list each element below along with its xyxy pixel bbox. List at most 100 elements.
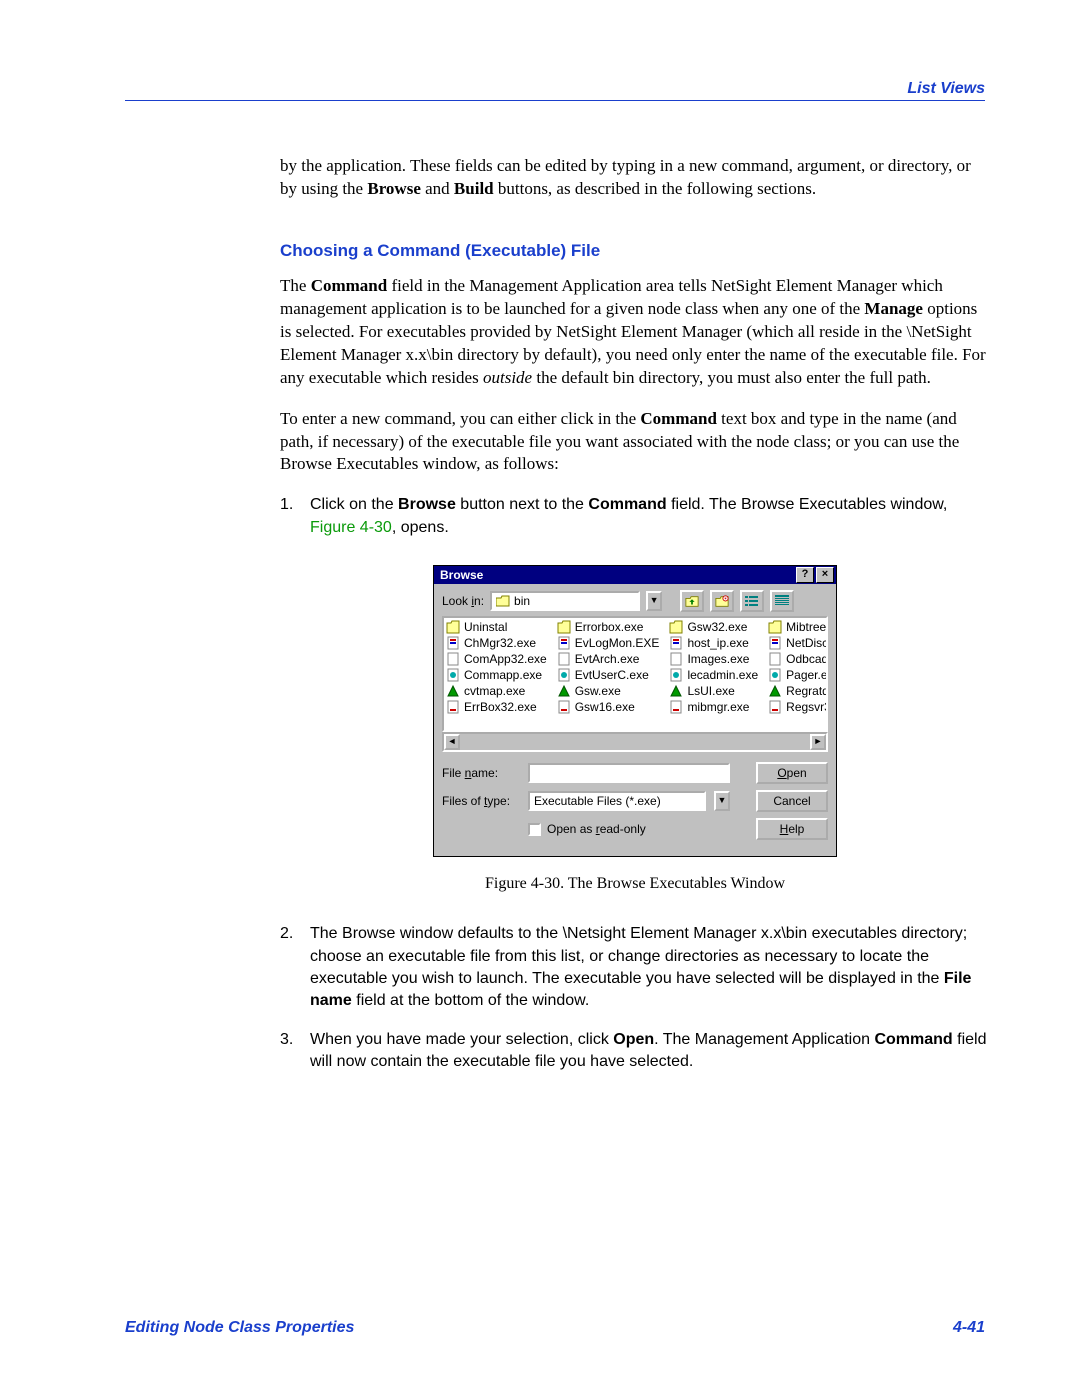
filetype-row: Files of type: Executable Files (*.exe) … [442, 790, 828, 812]
file-icon [557, 684, 571, 698]
help-sys-button[interactable]: ? [796, 567, 814, 583]
figure-ref[interactable]: Figure 4-30 [310, 519, 392, 536]
text: Open as [547, 822, 596, 836]
file-item[interactable]: Regsvr32. [768, 700, 828, 714]
file-label: Uninstal [464, 620, 507, 634]
file-icon [768, 668, 782, 682]
file-item[interactable]: Pager.exe [768, 668, 828, 682]
file-item[interactable]: host_ip.exe [669, 636, 758, 650]
text: The [280, 276, 311, 295]
new-folder-button[interactable]: ✶ [710, 590, 734, 612]
readonly-checkbox[interactable] [528, 823, 541, 836]
file-icon [446, 620, 460, 634]
filename-input[interactable] [528, 763, 730, 783]
file-icon [669, 652, 683, 666]
file-label: Errorbox.exe [575, 620, 644, 634]
file-item[interactable]: EvtUserC.exe [557, 668, 660, 682]
text: field at the bottom of the window. [352, 992, 589, 1009]
file-item[interactable]: Mibtree.exe [768, 620, 828, 634]
file-label: Regsvr32. [786, 700, 828, 714]
file-column: Mibtree.exe NetDiscov Odbcad32 Pager.exe Reg… [768, 620, 828, 728]
text: When you have made your selection, click [310, 1031, 613, 1048]
step-list: 1.Click on the Browse button next to the… [280, 494, 990, 539]
file-item[interactable]: Odbcad32 [768, 652, 828, 666]
text: elp [788, 822, 804, 836]
file-item[interactable]: EvtArch.exe [557, 652, 660, 666]
file-item[interactable]: Uninstal [446, 620, 547, 634]
file-label: NetDiscov [786, 636, 828, 650]
file-icon [669, 636, 683, 650]
file-item[interactable]: NetDiscov [768, 636, 828, 650]
paragraph-2: To enter a new command, you can either c… [280, 408, 990, 477]
file-item[interactable]: Gsw.exe [557, 684, 660, 698]
text: ame: [471, 766, 498, 780]
text: . The Management Application [654, 1031, 874, 1048]
file-icon [446, 700, 460, 714]
browse-keyword: Browse [398, 496, 456, 513]
file-label: Gsw16.exe [575, 700, 635, 714]
text: Files of [442, 794, 484, 808]
file-item[interactable]: Commapp.exe [446, 668, 547, 682]
file-item[interactable]: ChMgr32.exe [446, 636, 547, 650]
file-item[interactable]: cvtmap.exe [446, 684, 547, 698]
text: The Browse window defaults to the \Netsi… [310, 925, 967, 987]
window-title: Browse [440, 566, 483, 584]
scroll-left-button[interactable]: ◄ [444, 734, 460, 750]
file-label: Regratdb.e [786, 684, 828, 698]
step-number: 1. [280, 494, 310, 516]
scroll-right-button[interactable]: ► [810, 734, 826, 750]
file-item[interactable]: Regratdb.e [768, 684, 828, 698]
footer-left: Editing Node Class Properties [125, 1319, 354, 1337]
cancel-button[interactable]: Cancel [756, 790, 828, 812]
file-label: EvtArch.exe [575, 652, 640, 666]
file-icon [446, 636, 460, 650]
lookin-dropdown-button[interactable]: ▼ [646, 591, 662, 611]
open-keyword: Open [613, 1031, 654, 1048]
file-icon [768, 636, 782, 650]
file-item[interactable]: lecadmin.exe [669, 668, 758, 682]
lookin-row: Look in: bin ▼ [434, 584, 836, 614]
filetype-combo[interactable]: Executable Files (*.exe) [528, 791, 706, 811]
step-list-continued: 2.The Browse window defaults to the \Net… [280, 923, 990, 1073]
text: buttons, as described in the following s… [494, 179, 816, 198]
open-button[interactable]: Open [756, 762, 828, 784]
list-icon [745, 594, 759, 608]
help-button[interactable]: Help [756, 818, 828, 840]
file-column: Gsw32.exe host_ip.exe Images.exe lecadmin.e… [669, 620, 758, 728]
file-label: Images.exe [687, 652, 749, 666]
file-label: Commapp.exe [464, 668, 542, 682]
list-view-button[interactable] [740, 590, 764, 612]
text: n: [474, 594, 484, 608]
horizontal-scrollbar[interactable]: ◄ ► [442, 732, 828, 752]
file-item[interactable]: Gsw16.exe [557, 700, 660, 714]
page-header-section: List Views [907, 80, 985, 98]
file-column: Errorbox.exe EvLogMon.EXE EvtArch.exe EvtUs… [557, 620, 660, 728]
file-item[interactable]: Errorbox.exe [557, 620, 660, 634]
content-area: by the application. These fields can be … [280, 155, 990, 1074]
file-icon [669, 700, 683, 714]
file-icon [446, 684, 460, 698]
outside-keyword: outside [483, 368, 532, 387]
close-sys-button[interactable]: × [816, 567, 834, 583]
file-list[interactable]: Uninstal ChMgr32.exe ComApp32.exe Commapp.e… [442, 616, 828, 732]
file-item[interactable]: Images.exe [669, 652, 758, 666]
header-rule [125, 100, 985, 101]
file-item[interactable]: ComApp32.exe [446, 652, 547, 666]
lookin-combo[interactable]: bin [490, 591, 640, 611]
file-icon [446, 668, 460, 682]
up-folder-icon [685, 594, 699, 608]
file-item[interactable]: ErrBox32.exe [446, 700, 547, 714]
details-view-button[interactable] [770, 590, 794, 612]
text: Look [442, 594, 471, 608]
file-item[interactable]: Gsw32.exe [669, 620, 758, 634]
file-label: Pager.exe [786, 668, 828, 682]
file-item[interactable]: mibmgr.exe [669, 700, 758, 714]
file-item[interactable]: LsUI.exe [669, 684, 758, 698]
file-item[interactable]: EvLogMon.EXE [557, 636, 660, 650]
manage-keyword: Manage [864, 299, 923, 318]
titlebar-buttons: ? × [794, 567, 834, 583]
filetype-label: Files of type: [442, 794, 520, 808]
filetype-dropdown-button[interactable]: ▼ [714, 791, 730, 811]
page-footer: Editing Node Class Properties 4-41 [125, 1319, 985, 1337]
up-one-level-button[interactable] [680, 590, 704, 612]
